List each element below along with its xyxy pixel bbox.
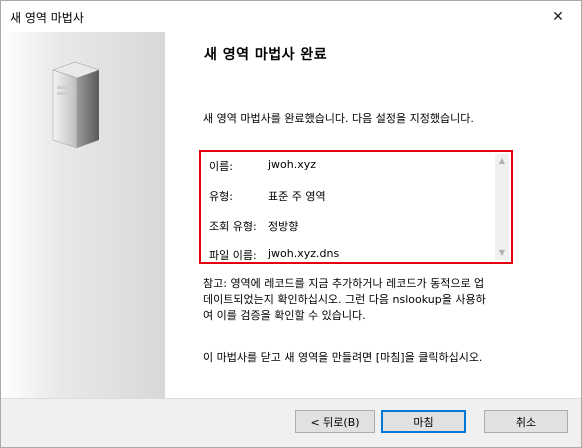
close-icon: ✕	[552, 8, 564, 25]
back-button[interactable]: < 뒤로(B)	[295, 410, 375, 433]
scroll-down-icon[interactable]: ▼	[495, 246, 509, 260]
close-button[interactable]: ✕	[535, 1, 581, 32]
summary-label: 이름:	[209, 160, 233, 173]
vertical-scrollbar[interactable]: ▲ ▼	[495, 154, 509, 260]
page-description: 새 영역 마법사를 완료했습니다. 다음 설정을 지정했습니다.	[203, 112, 474, 125]
summary-label: 조회 유형:	[209, 220, 257, 233]
server-icon	[52, 61, 100, 149]
summary-label: 파일 이름:	[209, 249, 257, 262]
button-bar: < 뒤로(B) 마침 취소	[1, 399, 581, 447]
settings-summary-box[interactable]: 이름: jwoh.xyz 유형: 표준 주 영역 조회 유형: 정방향 파일 이…	[199, 150, 513, 264]
summary-value: jwoh.xyz.dns	[268, 247, 340, 260]
summary-row-lookup: 조회 유형: 정방향	[209, 218, 298, 234]
title-bar: 새 영역 마법사 ✕	[1, 1, 581, 32]
wizard-side-panel	[1, 32, 165, 398]
finish-hint: 이 마법사를 닫고 새 영역을 만들려면 [마침]을 클릭하십시오.	[203, 351, 483, 364]
summary-value: jwoh.xyz	[268, 158, 317, 171]
cancel-button[interactable]: 취소	[484, 410, 568, 433]
finish-button[interactable]: 마침	[381, 410, 466, 433]
summary-value: 정방향	[268, 220, 299, 233]
summary-label: 유형:	[209, 190, 233, 203]
note-line: 데이트되었는지 확인하십시오. 그런 다음 nslookup을 사용하	[203, 293, 486, 306]
wizard-window: 새 영역 마법사 ✕ 새 영역 마법사 완료 새 영역 마법사를 완료했습니다.…	[0, 0, 582, 448]
note-line: 여 이를 검증을 확인할 수 있습니다.	[203, 309, 366, 322]
summary-row-name: 이름: jwoh.xyz	[209, 158, 316, 174]
page-title: 새 영역 마법사 완료	[204, 47, 328, 63]
wizard-content: 새 영역 마법사 완료 새 영역 마법사를 완료했습니다. 다음 설정을 지정했…	[165, 32, 581, 398]
scroll-up-icon[interactable]: ▲	[495, 154, 509, 168]
summary-value: 표준 주 영역	[268, 190, 326, 203]
settings-summary-text: 이름: jwoh.xyz 유형: 표준 주 영역 조회 유형: 정방향 파일 이…	[203, 154, 495, 263]
summary-row-file: 파일 이름: jwoh.xyz.dns	[209, 247, 339, 263]
note-text: 참고: 영역에 레코드를 지금 추가하거나 레코드가 동적으로 업 데이트되었는…	[203, 276, 533, 324]
window-title: 새 영역 마법사	[10, 11, 84, 25]
note-line: 참고: 영역에 레코드를 지금 추가하거나 레코드가 동적으로 업	[203, 277, 485, 290]
summary-row-type: 유형: 표준 주 영역	[209, 188, 326, 204]
